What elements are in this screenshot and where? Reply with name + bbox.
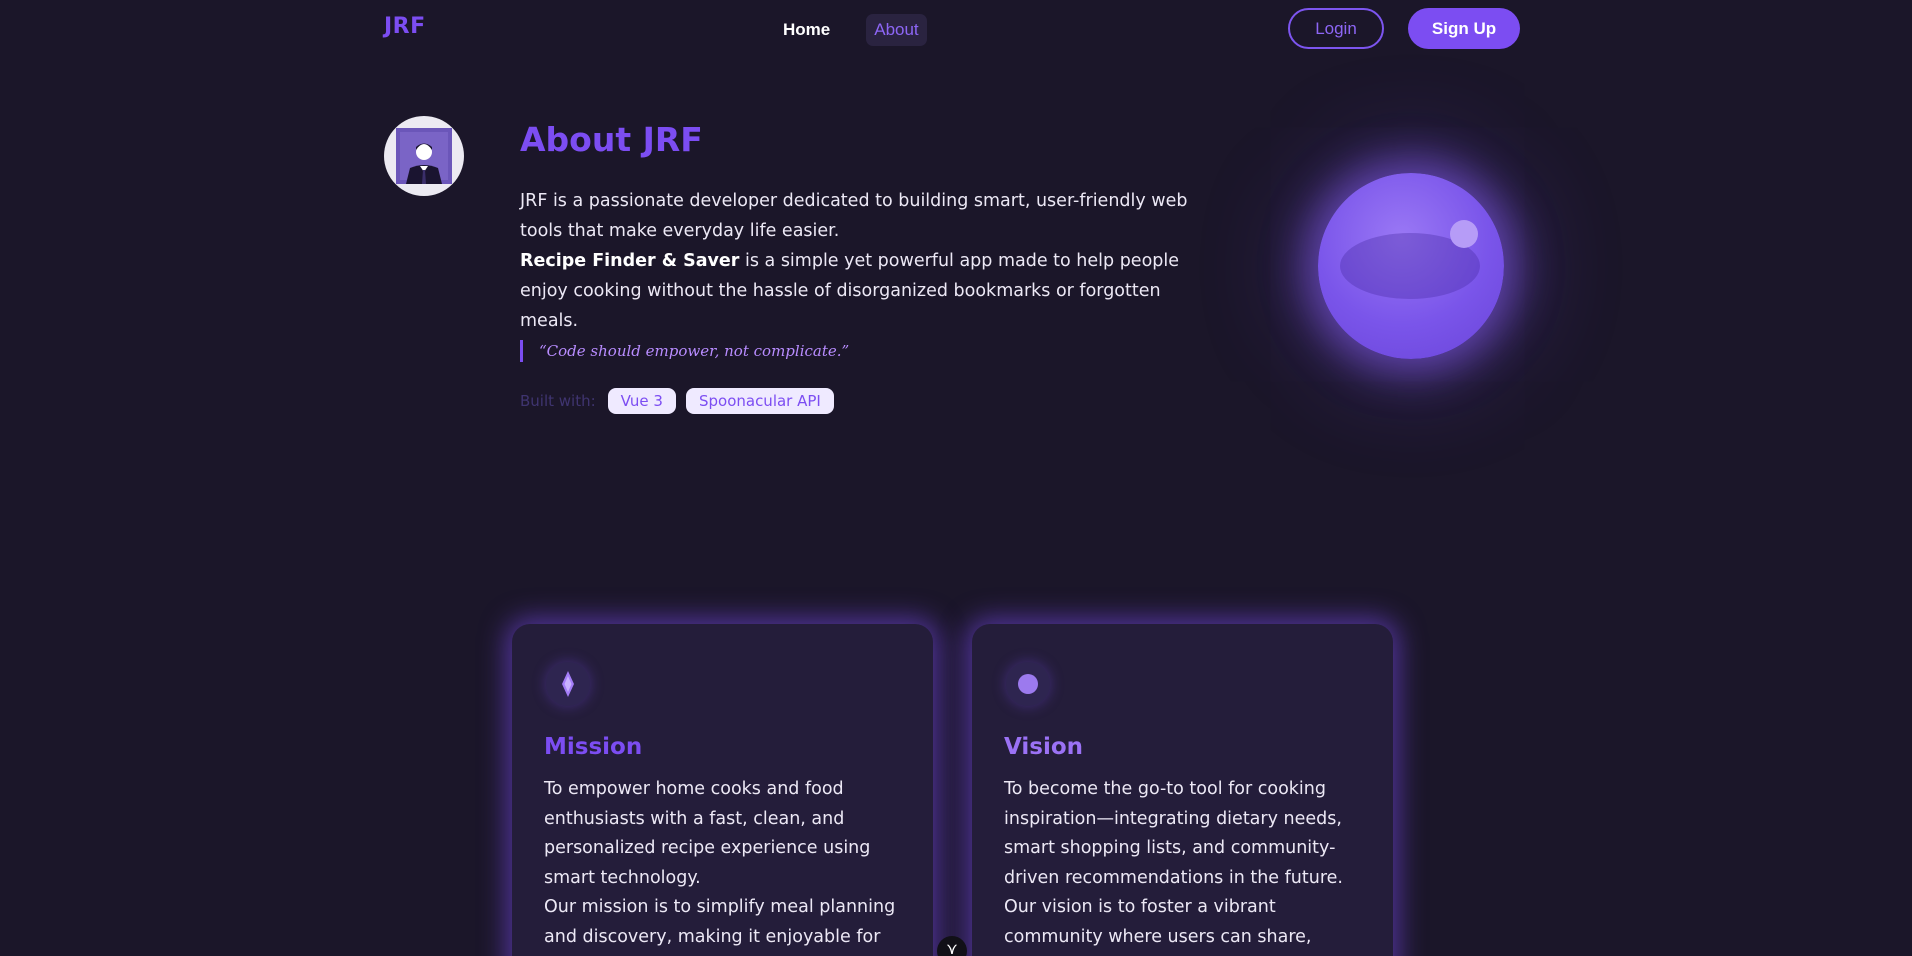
quote: “Code should empower, not complicate.” [520,340,849,362]
mission-card: Mission To empower home cooks and food e… [512,624,933,956]
decorative-orb [1318,173,1504,359]
nav-home[interactable]: Home [775,14,838,46]
mission-text: To empower home cooks and food enthusias… [544,775,904,956]
vision-title: Vision [1004,734,1084,760]
vision-text-2: Our vision is to foster a vibrant commun… [1004,897,1312,947]
mission-title: Mission [544,734,643,760]
diamond-icon [546,662,590,706]
dot-icon [1006,662,1050,706]
site-header: JRF Home About Login Sign Up [0,0,1912,58]
nav-about[interactable]: About [866,14,927,46]
app-name: Recipe Finder & Saver [520,251,740,271]
about-intro: JRF is a passionate developer dedicated … [520,191,1188,241]
main-nav: Home About [775,14,927,46]
avatar [384,116,464,196]
vision-text-1: To become the go-to tool for cooking ins… [1004,779,1343,888]
page-title: About JRF [520,120,703,159]
scroll-down-button[interactable]: ⋎ [937,936,967,956]
built-with: Built with: Vue 3 Spoonacular API [520,388,834,414]
orb-highlight [1450,220,1478,248]
logo[interactable]: JRF [384,14,426,39]
built-with-label: Built with: [520,392,596,410]
vision-text: To become the go-to tool for cooking ins… [1004,775,1364,956]
tech-chip-vue: Vue 3 [607,388,676,414]
vision-card: Vision To become the go-to tool for cook… [972,624,1393,956]
businessman-icon [396,128,452,184]
mission-text-2: Our mission is to simplify meal planning… [544,897,896,947]
about-description: JRF is a passionate developer dedicated … [520,186,1220,336]
tech-chip-spoonacular: Spoonacular API [685,388,834,414]
signup-button[interactable]: Sign Up [1408,8,1520,49]
login-button[interactable]: Login [1288,8,1384,49]
mission-text-1: To empower home cooks and food enthusias… [544,779,871,888]
